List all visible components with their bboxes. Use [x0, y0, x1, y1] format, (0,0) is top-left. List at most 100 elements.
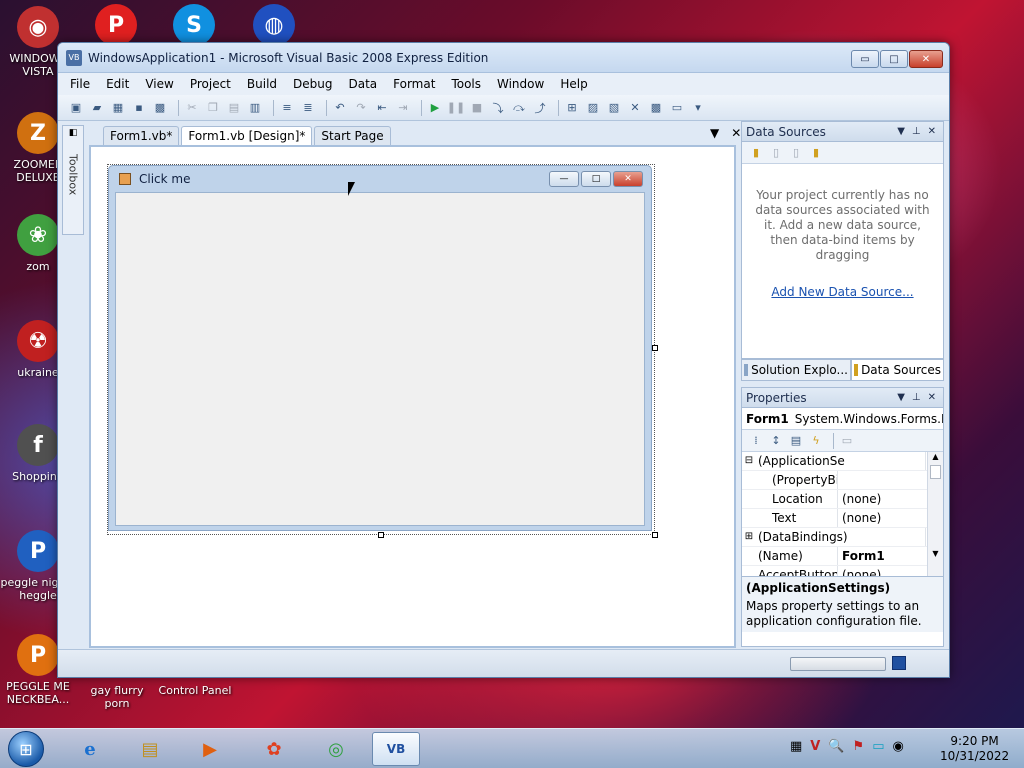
close-icon[interactable]: ✕	[928, 392, 936, 403]
resize-handle-right[interactable]	[652, 345, 658, 351]
desktop-icon-folder[interactable]: gay flurry porn	[77, 684, 157, 710]
redo-icon[interactable]: ↷	[353, 100, 369, 116]
close-button[interactable]: ✕	[909, 50, 943, 68]
comment-icon[interactable]: ≡	[279, 100, 295, 116]
internet-explorer-icon[interactable]: e	[66, 732, 114, 766]
dropdown-icon[interactable]: ▼	[897, 126, 905, 137]
object-browser-icon[interactable]: ▧	[606, 100, 622, 116]
open-icon[interactable]: ▰	[89, 100, 105, 116]
resize-handle-corner[interactable]	[652, 532, 658, 538]
menu-build[interactable]: Build	[247, 77, 277, 91]
uncomment-icon[interactable]: ≣	[300, 100, 316, 116]
media-player-icon[interactable]: ▶	[186, 732, 234, 766]
tab-data-sources[interactable]: Data Sources	[851, 359, 944, 381]
add-item-icon[interactable]: ▦	[110, 100, 126, 116]
tab-form1-design[interactable]: Form1.vb [Design]*	[181, 126, 313, 145]
refresh-icon[interactable]: ▮	[808, 145, 824, 161]
property-pages-icon[interactable]: ▭	[839, 433, 855, 449]
toolbox-icon[interactable]: ✕	[627, 100, 643, 116]
save-icon[interactable]: ▪	[131, 100, 147, 116]
resize-handle-bottom[interactable]	[378, 532, 384, 538]
property-value[interactable]: Form1	[838, 547, 926, 565]
tray-antivirus-icon[interactable]: V	[810, 739, 820, 754]
step-over-icon[interactable]: ⤼	[511, 100, 527, 116]
configure-icon[interactable]: ▯	[788, 145, 804, 161]
tray-display-icon[interactable]: ▭	[872, 739, 884, 754]
property-row[interactable]: AcceptButton (none)	[742, 566, 943, 576]
property-value[interactable]: (none)	[838, 490, 926, 508]
property-row[interactable]: (PropertyBir	[742, 471, 943, 490]
tray-volume-icon[interactable]: ◉	[893, 739, 904, 754]
menu-file[interactable]: File	[70, 77, 90, 91]
menu-help[interactable]: Help	[560, 77, 587, 91]
visual-basic-taskbar-button[interactable]: VB	[372, 732, 420, 766]
undo-icon[interactable]: ↶	[332, 100, 348, 116]
copy-icon[interactable]: ❐	[205, 100, 221, 116]
chrome-icon[interactable]: ◎	[312, 732, 360, 766]
add-new-data-source-link[interactable]: Add New Data Source...	[742, 285, 943, 299]
navigate-forward-icon[interactable]: ⇥	[395, 100, 411, 116]
start-debugging-icon[interactable]: ▶	[427, 100, 443, 116]
solution-explorer-icon[interactable]: ⊞	[564, 100, 580, 116]
edit-dataset-icon[interactable]: ▯	[768, 145, 784, 161]
start-button[interactable]: ⊞	[8, 731, 44, 767]
property-row[interactable]: ⊟ (ApplicationSe	[742, 452, 943, 471]
close-icon[interactable]: ✕	[928, 126, 936, 137]
form-designer-window[interactable]: Click me — □ ✕	[108, 165, 652, 531]
property-row[interactable]: Text (none)	[742, 509, 943, 528]
menu-debug[interactable]: Debug	[293, 77, 332, 91]
menu-project[interactable]: Project	[190, 77, 231, 91]
menu-tools[interactable]: Tools	[451, 77, 481, 91]
app-icon[interactable]: ✿	[250, 732, 298, 766]
minimize-button[interactable]: ▭	[851, 50, 879, 68]
toolbar-overflow-icon[interactable]: ▾	[690, 100, 706, 116]
stop-icon[interactable]: ■	[469, 100, 485, 116]
menu-view[interactable]: View	[145, 77, 173, 91]
tray-flag-icon[interactable]: ⚑	[853, 739, 865, 754]
start-page-icon[interactable]: ▭	[669, 100, 685, 116]
tab-dropdown-icon[interactable]: ▼	[710, 126, 719, 140]
data-sources-icon[interactable]: ▩	[648, 100, 664, 116]
clock[interactable]: 9:20 PM 10/31/2022	[940, 734, 1009, 764]
navigate-icon[interactable]: ⇤	[374, 100, 390, 116]
pause-icon[interactable]: ❚❚	[447, 100, 465, 116]
find-icon[interactable]: ▥	[247, 100, 263, 116]
properties-icon[interactable]: ▨	[585, 100, 601, 116]
explorer-icon[interactable]: ▤	[126, 732, 174, 766]
tab-start-page[interactable]: Start Page	[314, 126, 391, 145]
events-icon[interactable]: ϟ	[808, 433, 824, 449]
window-titlebar[interactable]: VB WindowsApplication1 - Microsoft Visua…	[58, 43, 949, 73]
menu-edit[interactable]: Edit	[106, 77, 129, 91]
property-value[interactable]	[838, 471, 926, 489]
cut-icon[interactable]: ✂	[184, 100, 200, 116]
property-value[interactable]: (none)	[838, 509, 926, 527]
new-project-icon[interactable]: ▣	[68, 100, 84, 116]
pin-icon[interactable]: ⊥	[912, 392, 921, 403]
property-row[interactable]: (Name) Form1	[742, 547, 943, 566]
pin-icon[interactable]: ⊥	[912, 126, 921, 137]
property-value[interactable]: (none)	[838, 566, 926, 576]
dropdown-icon[interactable]: ▼	[897, 392, 905, 403]
alphabetical-icon[interactable]: ↕	[768, 433, 784, 449]
property-row[interactable]: ⊞ (DataBindings)	[742, 528, 943, 547]
paste-icon[interactable]: ▤	[226, 100, 242, 116]
add-data-source-icon[interactable]: ▮	[748, 145, 764, 161]
object-selector[interactable]: Form1 System.Windows.Forms.Fo ▾	[742, 408, 943, 430]
property-row[interactable]: Location (none)	[742, 490, 943, 509]
desktop-icon-control-panel[interactable]: Control Panel	[155, 684, 235, 697]
categorized-icon[interactable]: ⁞	[748, 433, 764, 449]
toolbox-tab[interactable]: ◧ Toolbox	[62, 125, 84, 235]
tray-search-icon[interactable]: 🔍	[828, 739, 844, 754]
menu-format[interactable]: Format	[393, 77, 435, 91]
menu-data[interactable]: Data	[348, 77, 377, 91]
tab-form1-vb[interactable]: Form1.vb*	[103, 126, 180, 145]
step-into-icon[interactable]: ⤵	[490, 100, 506, 116]
tab-close-icon[interactable]: ✕	[731, 126, 741, 140]
properties-view-icon[interactable]: ▤	[788, 433, 804, 449]
property-grid-scrollbar[interactable]: ▲ ▼	[927, 452, 943, 576]
step-out-icon[interactable]: ⤴	[532, 100, 548, 116]
tab-solution-explorer[interactable]: Solution Explo...	[741, 359, 851, 381]
save-all-icon[interactable]: ▩	[152, 100, 168, 116]
tray-network-icon[interactable]: ▦	[790, 739, 802, 754]
collapse-icon[interactable]: ⊟	[742, 452, 756, 470]
